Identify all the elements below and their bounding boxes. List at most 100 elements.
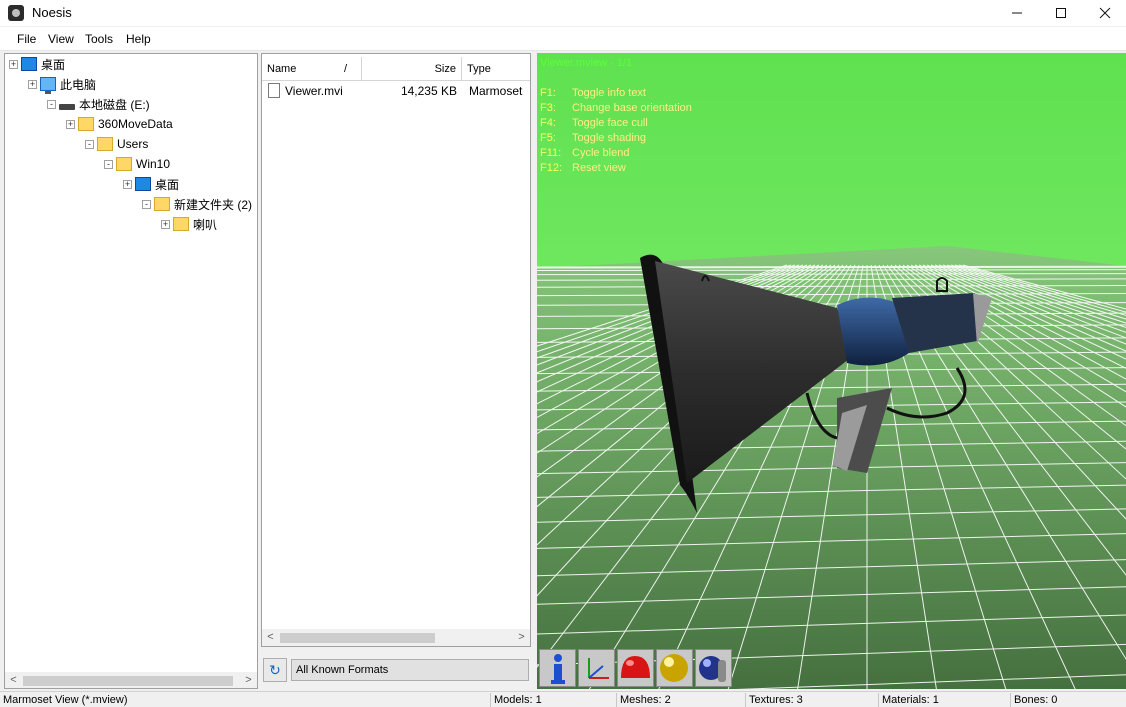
file-icon [268, 83, 280, 98]
tree-node-label: Users [117, 137, 149, 151]
file-list-horizontal-scrollbar[interactable]: < > [262, 629, 530, 646]
file-list[interactable]: Name / Size Type Viewer.mvi 14,235 KB Ma… [261, 53, 531, 647]
shading-button[interactable] [617, 649, 654, 687]
column-name-label: Name [267, 63, 297, 75]
tree-node-label: Win10 [136, 157, 171, 171]
scroll-right-icon[interactable]: > [513, 629, 530, 646]
folder-icon [97, 137, 113, 151]
file-name: Viewer.mvi [285, 84, 343, 98]
tree-node-360movedata[interactable]: + 360MoveData [66, 114, 173, 134]
maximize-button[interactable] [1038, 0, 1084, 26]
menu-file[interactable]: File [17, 32, 36, 46]
tree-node-desktop[interactable]: + 桌面 [9, 54, 65, 74]
tree-node-laba[interactable]: + 喇叭 [161, 214, 217, 234]
status-models: Models: 1 [490, 693, 616, 707]
minimize-icon [1012, 12, 1022, 14]
scroll-left-icon[interactable]: < [5, 672, 22, 688]
collapse-icon[interactable]: - [104, 159, 113, 169]
tree-horizontal-scrollbar[interactable]: < > [5, 672, 257, 688]
tree-node-desktop-user[interactable]: + 桌面 [123, 174, 179, 194]
help-row: F3: Change base orientation [540, 102, 692, 114]
menu-help[interactable]: Help [126, 32, 151, 46]
axes-icon [588, 658, 609, 679]
blue-sphere-icon [699, 656, 726, 682]
folder-tree[interactable]: + 桌面 + 此电脑 - 本地磁盘 (E:) + 360MoveData - U… [4, 53, 258, 689]
menu-bar: File View Tools Help [0, 27, 1126, 51]
column-header-type[interactable]: Type [462, 57, 530, 81]
tree-node-win10[interactable]: - Win10 [104, 154, 170, 174]
help-key: F4: [540, 117, 556, 129]
scroll-right-icon[interactable]: > [240, 672, 257, 688]
format-filter-select[interactable]: All Known Formats [291, 659, 529, 681]
help-key: F12: [540, 162, 563, 174]
tree-node-users[interactable]: - Users [85, 134, 148, 154]
status-meshes: Meshes: 2 [616, 693, 745, 707]
noesis-app-icon [8, 5, 24, 21]
tree-node-label: 360MoveData [98, 117, 173, 131]
help-key: F3: [540, 102, 556, 114]
column-header-name[interactable]: Name / [262, 57, 362, 81]
refresh-button[interactable]: ↻ [263, 658, 287, 682]
axes-button[interactable] [578, 649, 615, 687]
lighting-button[interactable] [695, 649, 732, 687]
help-action: Change base orientation [572, 102, 692, 114]
tree-node-label: 喇叭 [193, 217, 218, 232]
3d-viewport[interactable]: Viewer.mview - 1/1 F1: Toggle info text F… [537, 53, 1126, 689]
file-row[interactable]: Viewer.mvi 14,235 KB Marmoset [266, 81, 528, 101]
status-bar: Marmoset View (*.mview) Models: 1 Meshes… [0, 691, 1126, 707]
help-action: Toggle face cull [572, 117, 648, 129]
collapse-icon[interactable]: - [47, 99, 56, 109]
close-icon [1099, 7, 1111, 19]
minimize-button[interactable] [994, 0, 1040, 26]
help-key: F5: [540, 132, 556, 144]
status-bones: Bones: 0 [1010, 693, 1126, 707]
collapse-icon[interactable]: - [85, 139, 94, 149]
menu-view[interactable]: View [48, 32, 74, 46]
status-materials: Materials: 1 [878, 693, 1010, 707]
red-dome-icon [621, 656, 650, 678]
help-key: F1: [540, 87, 556, 99]
tree-node-label: 桌面 [155, 177, 180, 192]
folder-icon [78, 117, 94, 131]
info-icon [551, 654, 565, 684]
status-format: Marmoset View (*.mview) [3, 694, 128, 706]
tree-node-new-folder-2[interactable]: - 新建文件夹 (2) [142, 194, 252, 214]
gold-sphere-icon [660, 654, 688, 682]
column-size-label: Size [434, 63, 456, 75]
expand-icon[interactable]: + [161, 219, 170, 229]
scroll-left-icon[interactable]: < [262, 629, 279, 646]
column-header-size[interactable]: Size [362, 57, 462, 81]
file-type: Marmoset [469, 84, 523, 98]
scrollbar-thumb[interactable] [23, 676, 233, 686]
folder-icon [173, 217, 189, 231]
close-button[interactable] [1082, 0, 1126, 26]
scrollbar-thumb[interactable] [280, 633, 435, 643]
status-textures: Textures: 3 [745, 693, 878, 707]
column-type-label: Type [467, 63, 491, 75]
expand-icon[interactable]: + [9, 59, 18, 69]
tree-node-label: 桌面 [41, 57, 66, 72]
help-action: Cycle blend [572, 147, 630, 159]
collapse-icon[interactable]: - [142, 199, 151, 209]
help-row: F4: Toggle face cull [540, 117, 648, 129]
help-action: Reset view [572, 162, 626, 174]
tree-node-drive-e[interactable]: - 本地磁盘 (E:) [47, 94, 150, 114]
material-button[interactable] [656, 649, 693, 687]
expand-icon[interactable]: + [28, 79, 37, 89]
tree-node-label: 本地磁盘 (E:) [79, 97, 150, 112]
help-key: F11: [540, 147, 562, 159]
folder-icon [154, 197, 170, 211]
refresh-icon: ↻ [269, 662, 281, 678]
help-row: F1: Toggle info text [540, 87, 646, 99]
window-title: Noesis [32, 5, 72, 20]
menu-tools[interactable]: Tools [85, 32, 113, 46]
title-bar: Noesis [0, 0, 1126, 26]
drive-icon [59, 104, 75, 110]
tree-node-this-pc[interactable]: + 此电脑 [28, 74, 96, 94]
expand-icon[interactable]: + [66, 119, 75, 129]
viewport-toolbar [537, 649, 737, 689]
sort-indicator-icon: / [344, 63, 348, 75]
help-row: F12: Reset view [540, 162, 626, 174]
info-button[interactable] [539, 649, 576, 687]
expand-icon[interactable]: + [123, 179, 132, 189]
